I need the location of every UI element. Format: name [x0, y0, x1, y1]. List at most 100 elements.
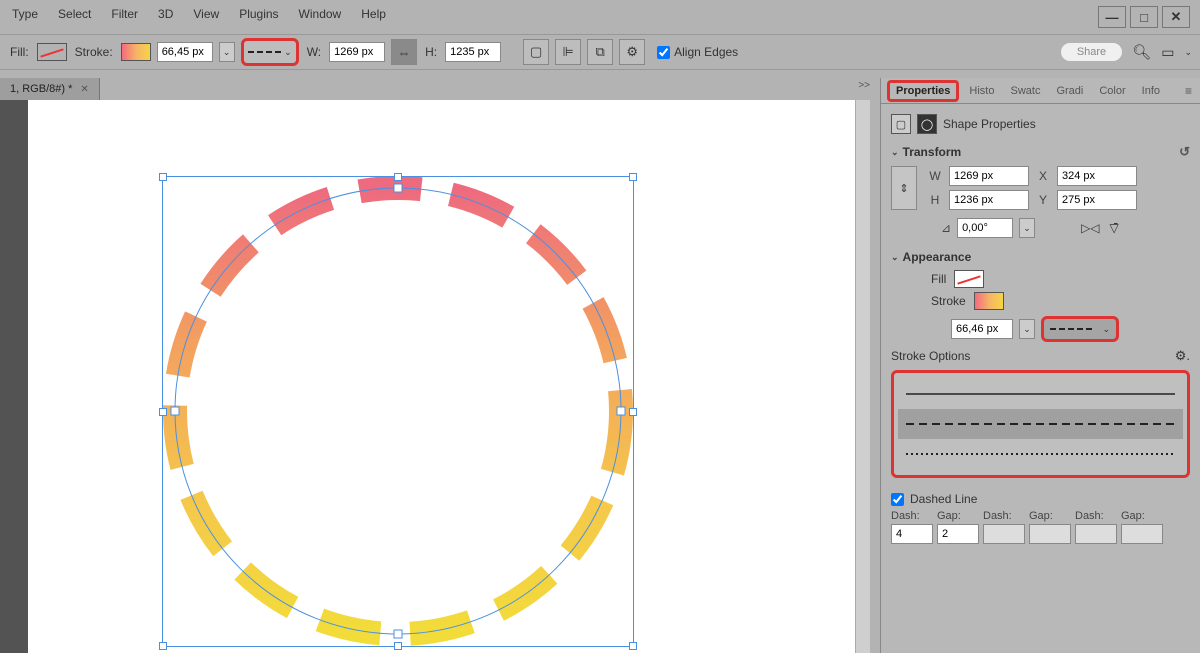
angle-input[interactable]: [957, 218, 1013, 238]
stroke-options-label: Stroke Options: [891, 349, 970, 363]
angle-icon: ⊿: [941, 221, 951, 235]
handle-ml[interactable]: [159, 408, 167, 416]
h-input[interactable]: [445, 42, 501, 62]
menu-window[interactable]: Window: [289, 3, 352, 25]
dash-in-4[interactable]: [1075, 524, 1117, 544]
shape-properties-label: Shape Properties: [943, 117, 1036, 131]
stroke-label-2: Stroke: [931, 294, 966, 308]
reset-icon[interactable]: ↺: [1179, 144, 1190, 160]
dash-h-5: Gap:: [1121, 510, 1163, 522]
tx-input[interactable]: [1057, 166, 1137, 186]
align-edges-label: Align Edges: [674, 45, 738, 59]
handle-tm[interactable]: [394, 173, 402, 181]
gear-button[interactable]: ⚙: [619, 39, 645, 65]
handle-mr[interactable]: [629, 408, 637, 416]
stroke-type-dd-2[interactable]: ⌄: [1041, 316, 1119, 342]
menu-3d[interactable]: 3D: [148, 3, 183, 25]
stroke-swatch-2[interactable]: [974, 292, 1004, 310]
tw-label: W: [925, 169, 945, 183]
stroke-options-list: [891, 370, 1190, 478]
h-label: H:: [425, 45, 437, 59]
chevron-down-icon-2[interactable]: ⌄: [891, 252, 899, 263]
tab-swatches[interactable]: Swatc: [1004, 81, 1046, 101]
align-button[interactable]: ⊫: [555, 39, 581, 65]
dashed-line-checkbox[interactable]: [891, 493, 904, 506]
arrange-button[interactable]: ⧉: [587, 39, 613, 65]
window-controls: — □ ✕: [1098, 6, 1190, 28]
mask-icon[interactable]: ◯: [917, 114, 937, 134]
bounding-box[interactable]: [162, 176, 634, 647]
ty-label: Y: [1033, 193, 1053, 207]
dash-h-4: Dash:: [1075, 510, 1117, 522]
align-edges-checkbox[interactable]: [657, 46, 670, 59]
dashed-line-label: Dashed Line: [910, 492, 977, 506]
panel-collapse-icon[interactable]: >>: [858, 80, 870, 91]
tab-info[interactable]: Info: [1136, 81, 1166, 101]
fill-label-2: Fill: [931, 272, 946, 286]
path-op-1[interactable]: ▢: [523, 39, 549, 65]
dash-in-3[interactable]: [1029, 524, 1071, 544]
th-input[interactable]: [949, 190, 1029, 210]
link-wh-button[interactable]: ⇔: [391, 39, 417, 65]
flip-v-icon[interactable]: ▽̄: [1110, 221, 1119, 235]
w-input[interactable]: [329, 42, 385, 62]
stroke-size-dropdown[interactable]: ⌄: [219, 42, 235, 62]
dash-in-1[interactable]: [937, 524, 979, 544]
canvas[interactable]: [28, 100, 870, 653]
menu-plugins[interactable]: Plugins: [229, 3, 288, 25]
live-shape-icon[interactable]: ▢: [891, 114, 911, 134]
left-strip: [0, 100, 28, 653]
tab-histogram[interactable]: Histo: [963, 81, 1000, 101]
ty-input[interactable]: [1057, 190, 1137, 210]
minimize-button[interactable]: —: [1098, 6, 1126, 28]
stroke-opt-dotted[interactable]: [898, 439, 1183, 469]
handle-br[interactable]: [629, 642, 637, 650]
stroke-type-dropdown[interactable]: ⌄: [241, 38, 299, 66]
stroke-size-input[interactable]: [157, 42, 213, 62]
handle-bl[interactable]: [159, 642, 167, 650]
menu-help[interactable]: Help: [351, 3, 396, 25]
handle-tl[interactable]: [159, 173, 167, 181]
stroke-swatch[interactable]: [121, 43, 151, 61]
handle-tr[interactable]: [629, 173, 637, 181]
document-tab-label: 1, RGB/8#) *: [10, 83, 72, 95]
handle-bm[interactable]: [394, 642, 402, 650]
workspace-dd[interactable]: ⌄: [1184, 47, 1192, 58]
menu-filter[interactable]: Filter: [101, 3, 148, 25]
stroke-opt-dashed[interactable]: [898, 409, 1183, 439]
flip-h-icon[interactable]: ▷◁: [1081, 221, 1099, 235]
menu-view[interactable]: View: [183, 3, 229, 25]
stroke-size-input-2[interactable]: [951, 319, 1013, 339]
workspace-icon[interactable]: ▭: [1161, 44, 1174, 61]
panel-tabstrip: Properties Histo Swatc Gradi Color Info …: [881, 78, 1200, 104]
search-icon[interactable]: 🔍︎: [1132, 43, 1151, 61]
dash-in-2[interactable]: [983, 524, 1025, 544]
dash-h-2: Dash:: [983, 510, 1025, 522]
options-bar: Fill: Stroke: ⌄ ⌄ W: ⇔ H: ▢ ⊫ ⧉ ⚙ Align …: [0, 34, 1200, 70]
maximize-button[interactable]: □: [1130, 6, 1158, 28]
document-tab[interactable]: 1, RGB/8#) * ✕: [0, 78, 100, 100]
tab-gradient[interactable]: Gradi: [1050, 81, 1089, 101]
dash-in-0[interactable]: [891, 524, 933, 544]
panel-menu-icon[interactable]: ≡: [1185, 84, 1192, 98]
fill-swatch[interactable]: [37, 43, 67, 61]
menu-type[interactable]: Type: [2, 3, 48, 25]
tab-color[interactable]: Color: [1093, 81, 1131, 101]
w-label: W:: [307, 45, 321, 59]
close-button[interactable]: ✕: [1162, 6, 1190, 28]
appearance-label: Appearance: [903, 250, 972, 264]
chevron-down-icon[interactable]: ⌄: [891, 147, 899, 158]
tw-input[interactable]: [949, 166, 1029, 186]
share-button[interactable]: Share: [1061, 43, 1122, 61]
fill-swatch-2[interactable]: [954, 270, 984, 288]
tab-properties[interactable]: Properties: [887, 80, 959, 102]
document-tab-close[interactable]: ✕: [80, 84, 88, 95]
tx-label: X: [1033, 169, 1053, 183]
stroke-opt-solid[interactable]: [898, 379, 1183, 409]
stroke-size-dd-2[interactable]: ⌄: [1019, 319, 1035, 339]
dash-in-5[interactable]: [1121, 524, 1163, 544]
gear-icon[interactable]: ⚙.: [1175, 348, 1190, 364]
aspect-lock[interactable]: ⇕: [891, 166, 917, 210]
angle-dd[interactable]: ⌄: [1019, 218, 1035, 238]
menu-select[interactable]: Select: [48, 3, 101, 25]
